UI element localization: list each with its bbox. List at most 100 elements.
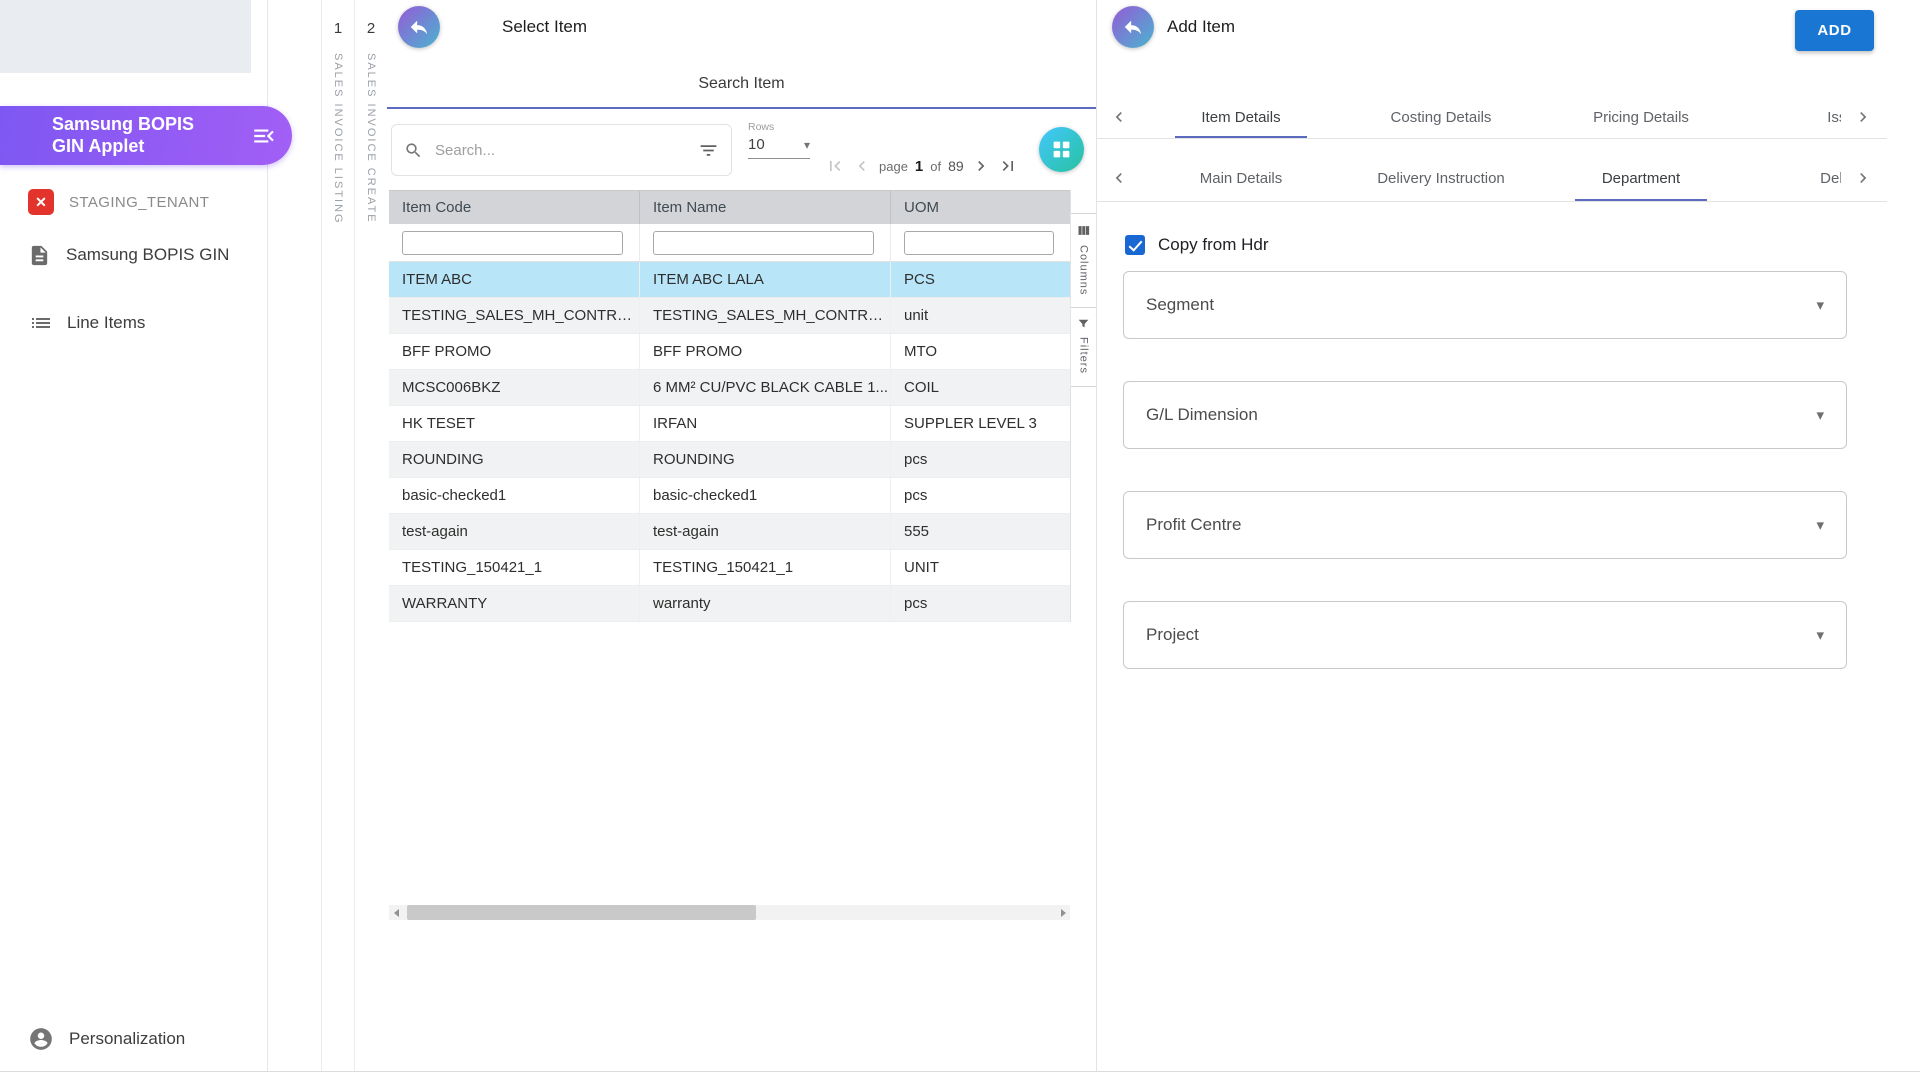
table-side-tabs: Columns Filters [1070, 213, 1096, 388]
table-cell: ROUNDING [640, 442, 891, 477]
rows-per-page-select[interactable]: Rows 10 ▾ [748, 121, 810, 159]
logo-placeholder [0, 0, 251, 73]
side-tab-filters[interactable]: Filters [1071, 308, 1096, 388]
applet-button[interactable]: Samsung BOPIS GIN Applet [0, 106, 292, 165]
column-header-item-name[interactable]: Item Name [640, 191, 891, 224]
tab-item-details[interactable]: Item Details [1141, 96, 1341, 138]
table-body: ITEM ABC ITEM ABC LALA PCS TESTING_SALES_MH… [389, 262, 1070, 622]
tab-delivery-instruction[interactable]: Delivery Instruction [1341, 155, 1541, 201]
tab-issue[interactable]: Issu [1741, 96, 1841, 138]
table-row[interactable]: TESTING_150421_1 TESTING_150421_1 UNIT [389, 550, 1070, 586]
page-label: page [879, 158, 908, 174]
first-page-button[interactable] [825, 156, 845, 176]
table-row[interactable]: test-again test-again 555 [389, 514, 1070, 550]
search-box [391, 124, 732, 176]
tab-main-details[interactable]: Main Details [1141, 155, 1341, 201]
grid-view-button[interactable] [1039, 127, 1084, 172]
table-row[interactable]: WARRANTY warranty pcs [389, 586, 1070, 622]
table-cell: MTO [904, 343, 938, 360]
next-page-button[interactable] [971, 156, 991, 176]
panel-title: Select Item [502, 17, 588, 36]
menu-open-icon[interactable] [251, 123, 277, 149]
tabs-scroll-left-button[interactable] [1097, 96, 1141, 138]
tab-department[interactable]: Department [1541, 155, 1741, 201]
segment-dropdown[interactable]: Segment ▾ [1123, 271, 1847, 339]
table-cell: ROUNDING [389, 442, 640, 477]
last-page-button[interactable] [998, 156, 1018, 176]
table-cell: test-again [389, 514, 640, 549]
list-icon [28, 311, 52, 335]
scrollbar-thumb[interactable] [407, 905, 756, 920]
table-row[interactable]: ITEM ABC ITEM ABC LALA PCS [389, 262, 1070, 298]
table-cell: unit [904, 307, 929, 324]
copy-from-hdr-checkbox-row[interactable]: Copy from Hdr [1125, 235, 1269, 255]
current-page: 1 [914, 157, 924, 175]
gl-dimension-dropdown[interactable]: G/L Dimension ▾ [1123, 381, 1847, 449]
prev-page-button[interactable] [852, 156, 872, 176]
scroll-right-arrow[interactable] [1056, 905, 1070, 920]
table-cell: warranty [640, 586, 891, 621]
table-cell: BFF PROMO [640, 334, 891, 369]
table-cell: SUPPLER LEVEL 3 [904, 415, 1037, 432]
chevron-down-icon: ▾ [1816, 297, 1824, 314]
section-tabs-row: Main Details Delivery Instruction Depart… [1097, 155, 1887, 202]
project-dropdown[interactable]: Project ▾ [1123, 601, 1847, 669]
table-cell: UNIT [904, 559, 939, 576]
column-header-uom[interactable]: UOM [891, 191, 1070, 224]
sidebar-item-tenant[interactable]: ✕ STAGING_TENANT [0, 179, 267, 225]
table-row[interactable]: TESTING_SALES_MH_CONTRACT TESTING_SALES_M… [389, 298, 1070, 334]
add-button[interactable]: ADD [1795, 10, 1874, 51]
scroll-left-arrow[interactable] [389, 905, 403, 920]
filter-input-item-code[interactable] [402, 230, 623, 255]
sidebar-item-personalization[interactable]: Personalization [0, 1016, 267, 1062]
back-button[interactable] [1112, 6, 1154, 48]
tab-costing-details[interactable]: Costing Details [1341, 96, 1541, 138]
workspace-tab-number: 2 [366, 20, 376, 37]
table-row[interactable]: MCSC006BKZ 6 MM² CU/PVC BLACK CABLE 1... C… [389, 370, 1070, 406]
sidebar-item-line-items[interactable]: Line Items [0, 300, 267, 346]
tab-search-item[interactable]: Search Item [387, 61, 1096, 109]
table-cell: test-again [640, 514, 891, 549]
sidebar-item-label: STAGING_TENANT [69, 193, 210, 211]
detail-tabs-row: Item Details Costing Details Pricing Det… [1097, 96, 1887, 139]
table-cell: WARRANTY [389, 586, 640, 621]
table-cell: pcs [904, 487, 928, 504]
table-cell: pcs [904, 595, 928, 612]
table-row[interactable]: HK TESET IRFAN SUPPLER LEVEL 3 [389, 406, 1070, 442]
table-cell: TESTING_150421_1 [640, 550, 891, 585]
workspace-tab-sales-invoice-listing[interactable]: 1 SALES INVOICE LISTING [321, 0, 354, 1071]
side-tab-columns[interactable]: Columns [1071, 213, 1096, 309]
column-header-item-code[interactable]: Item Code [389, 191, 640, 224]
table-row[interactable]: basic-checked1 basic-checked1 pcs [389, 478, 1070, 514]
chevron-down-icon: ▾ [1816, 517, 1824, 534]
table-row[interactable]: BFF PROMO BFF PROMO MTO [389, 334, 1070, 370]
workspace-tab-sales-invoice-create[interactable]: 2 SALES INVOICE CREATE [354, 0, 388, 1071]
tab-pricing-details[interactable]: Pricing Details [1541, 96, 1741, 138]
table-cell: BFF PROMO [389, 334, 640, 369]
chevron-down-icon: ▾ [1816, 407, 1824, 424]
sidebar-item-applet-doc[interactable]: Samsung BOPIS GIN [0, 232, 267, 278]
tabs-scroll-left-button[interactable] [1097, 155, 1141, 201]
filter-input-uom[interactable] [904, 230, 1054, 255]
total-pages: 89 [948, 158, 964, 174]
side-tab-label: Filters [1077, 337, 1090, 375]
table-cell: MCSC006BKZ [389, 370, 640, 405]
profit-centre-dropdown[interactable]: Profit Centre ▾ [1123, 491, 1847, 559]
filter-list-icon[interactable] [698, 140, 719, 161]
tabs-scroll-right-button[interactable] [1841, 96, 1885, 138]
account-circle-icon [28, 1026, 54, 1052]
search-input[interactable] [433, 140, 688, 160]
grid-view-icon [1051, 139, 1072, 160]
table-row[interactable]: ROUNDING ROUNDING pcs [389, 442, 1070, 478]
reply-arrow-icon [408, 16, 430, 38]
select-item-panel: Select Item Search Item Rows 10 ▾ [387, 0, 1097, 1071]
table-cell: TESTING_SALES_MH_CONTRACT [389, 298, 640, 333]
field-label: Segment [1146, 295, 1215, 314]
filter-input-item-name[interactable] [653, 230, 874, 255]
sidebar: Samsung BOPIS GIN Applet ✕ STAGING_TENAN… [0, 0, 292, 1071]
tabs-scroll-right-button[interactable] [1841, 155, 1885, 201]
detail-tabs: Item Details Costing Details Pricing Det… [1141, 96, 1841, 138]
tab-delivery[interactable]: Delive [1741, 155, 1841, 201]
workspace-tab-label: SALES INVOICE CREATE [365, 53, 377, 224]
back-button[interactable] [398, 6, 440, 48]
